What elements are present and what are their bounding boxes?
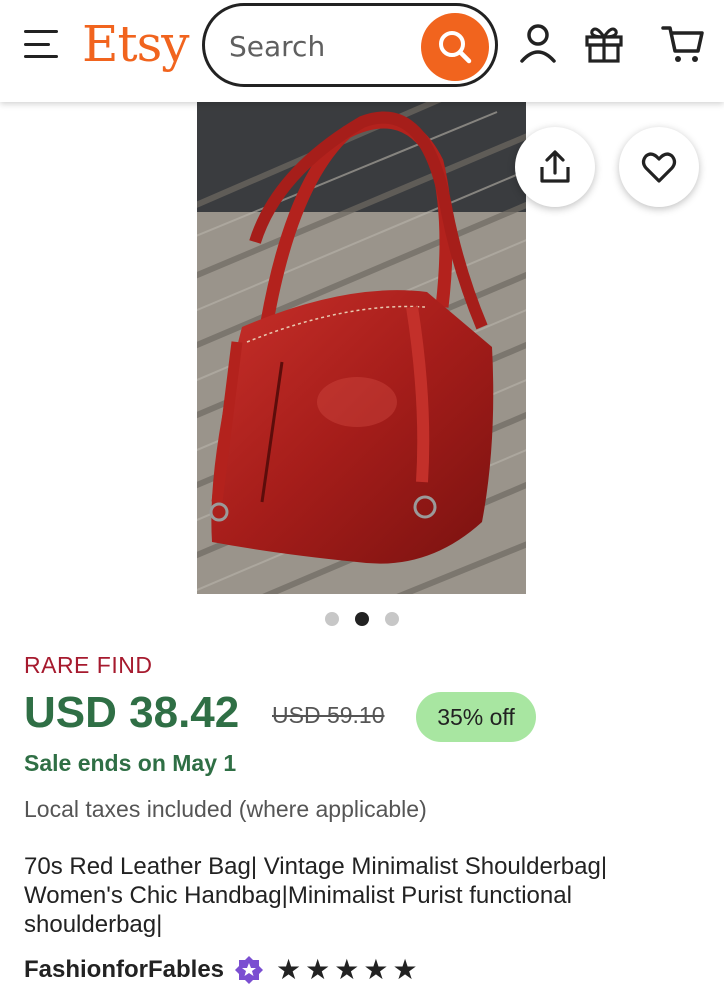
star-icon: ★ [334, 954, 360, 985]
shop-name[interactable]: FashionforFables [24, 956, 224, 984]
rating-stars: ★ ★ ★ ★ ★ [276, 956, 418, 984]
tax-note: Local taxes included (where applicable) [24, 796, 427, 822]
sale-end-text: Sale ends on May 1 [24, 750, 237, 776]
product-title: 70s Red Leather Bag| Vintage Minimalist … [24, 853, 608, 938]
top-header: Etsy [0, 0, 724, 102]
discount-badge: 35% off [416, 692, 536, 742]
share-icon [540, 150, 570, 183]
original-price: USD 59.10 [272, 702, 385, 728]
gift-icon [585, 27, 623, 63]
star-icon: ★ [305, 954, 331, 985]
menu-icon[interactable] [22, 28, 62, 60]
shop-row[interactable]: FashionforFables ★ ★ ★ ★ ★ [24, 954, 418, 986]
search-icon [439, 31, 472, 64]
product-photo [197, 102, 526, 594]
carousel-dot[interactable] [325, 612, 339, 626]
carousel-dot[interactable] [355, 612, 369, 626]
carousel-indicator [0, 612, 724, 626]
cart-button[interactable] [658, 18, 708, 68]
search-bar [202, 3, 498, 87]
search-input[interactable] [229, 26, 409, 66]
etsy-logo[interactable]: Etsy [82, 12, 189, 76]
sale-price: USD 38.42 [24, 688, 240, 737]
favorite-button[interactable] [619, 127, 699, 207]
share-button[interactable] [515, 127, 595, 207]
star-seller-icon [235, 956, 264, 984]
cart-icon [661, 26, 704, 62]
gift-button[interactable] [579, 18, 629, 68]
star-icon: ★ [392, 954, 418, 985]
carousel-dot[interactable] [385, 612, 399, 626]
star-icon: ★ [276, 954, 302, 985]
star-icon: ★ [363, 954, 389, 985]
user-icon [520, 24, 556, 63]
search-button[interactable] [421, 13, 489, 81]
rare-find-badge: RARE FIND [24, 652, 153, 678]
heart-icon [641, 152, 677, 183]
product-image[interactable] [197, 102, 526, 594]
account-button[interactable] [513, 18, 563, 68]
